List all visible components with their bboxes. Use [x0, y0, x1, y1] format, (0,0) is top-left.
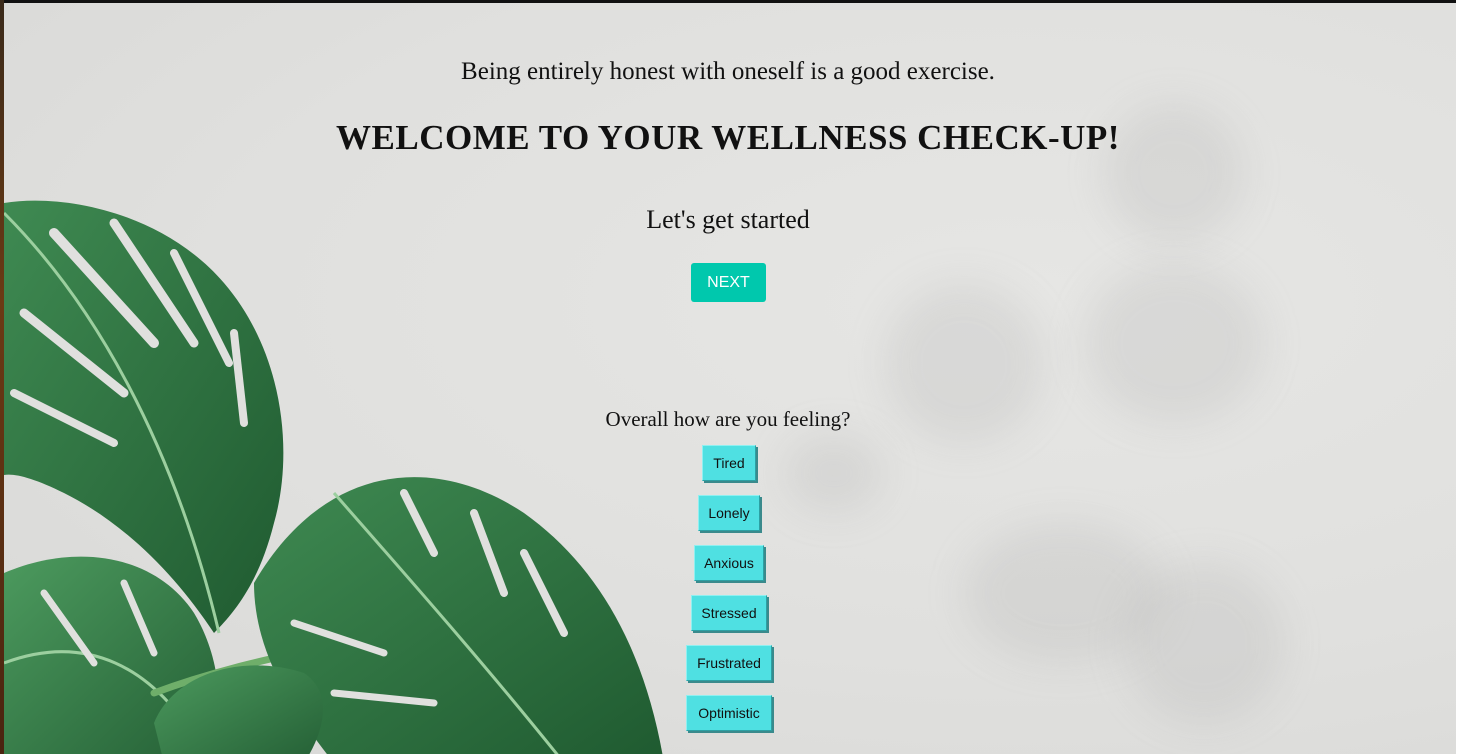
feeling-button-frustrated[interactable]: Frustrated: [686, 645, 772, 681]
right-strip: [1456, 0, 1470, 754]
feeling-button-anxious[interactable]: Anxious: [694, 545, 764, 581]
intro-subtitle: Being entirely honest with oneself is a …: [461, 58, 995, 85]
next-button[interactable]: NEXT: [691, 263, 766, 302]
feeling-button-lonely[interactable]: Lonely: [698, 495, 760, 531]
page: Being entirely honest with oneself is a …: [0, 0, 1470, 754]
feeling-button-tired[interactable]: Tired: [702, 445, 756, 481]
main-content: Being entirely honest with oneself is a …: [0, 0, 1456, 754]
feeling-button-stressed[interactable]: Stressed: [691, 595, 767, 631]
feeling-button-optimistic[interactable]: Optimistic: [686, 695, 772, 731]
page-title: WELCOME TO YOUR WELLNESS CHECK-UP!: [336, 118, 1120, 157]
feeling-question: Overall how are you feeling?: [605, 407, 851, 431]
started-heading: Let's get started: [646, 205, 810, 234]
